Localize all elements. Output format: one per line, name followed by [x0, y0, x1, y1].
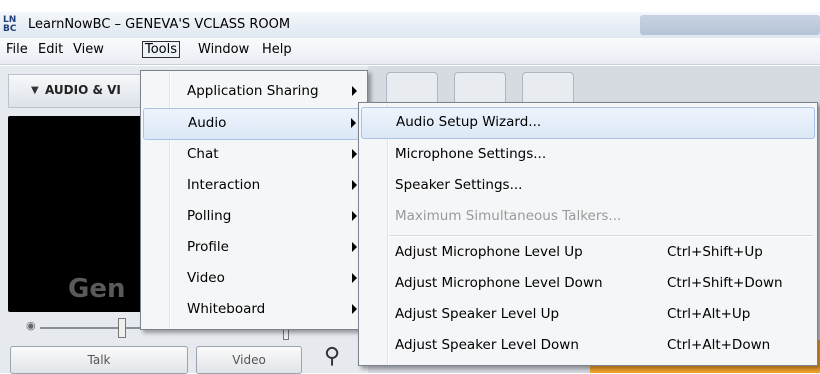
submenu-arrow-icon [352, 86, 357, 96]
menu-edit[interactable]: Edit [36, 42, 65, 57]
talk-button[interactable]: Talk [10, 346, 188, 374]
menu-item-audio[interactable]: Audio [143, 108, 365, 140]
menu-file[interactable]: File [4, 42, 30, 57]
menu-item-label: Profile [187, 239, 229, 255]
menu-item-label: Audio Setup Wizard... [396, 114, 542, 130]
menu-item-profile[interactable]: Profile [143, 233, 365, 263]
volume-slider-thumb[interactable] [118, 318, 126, 338]
collapse-triangle-icon[interactable]: ▼ [31, 85, 39, 96]
menu-item-mic-level-down[interactable]: Adjust Microphone Level Down Ctrl+Shift+D… [361, 269, 815, 299]
app-logo-icon: LN BC [3, 15, 17, 34]
menu-item-polling[interactable]: Polling [143, 202, 365, 232]
menu-item-video[interactable]: Video [143, 264, 365, 294]
menu-item-label: Maximum Simultaneous Talkers... [395, 208, 622, 224]
tools-menu: Application Sharing Audio Chat Interacti… [140, 70, 368, 330]
menu-item-label: Interaction [187, 177, 261, 193]
submenu-arrow-icon [352, 304, 357, 314]
menu-item-label: Adjust Speaker Level Up [395, 306, 560, 322]
menu-window[interactable]: Window [196, 42, 251, 57]
shortcut-label: Ctrl+Alt+Down [667, 337, 771, 353]
menu-item-label: Whiteboard [187, 301, 266, 317]
menu-item-microphone-settings[interactable]: Microphone Settings... [361, 140, 815, 170]
submenu-arrow-icon [351, 118, 356, 128]
menu-bar: File Edit View Tools Window Help [0, 38, 820, 65]
menu-tools[interactable]: Tools [142, 41, 181, 58]
menu-item-label: Application Sharing [187, 83, 319, 99]
shortcut-label: Ctrl+Shift+Down [667, 275, 783, 291]
title-right-area [640, 15, 820, 35]
audio-submenu: Audio Setup Wizard... Microphone Setting… [358, 102, 818, 366]
menu-item-label: Adjust Speaker Level Down [395, 337, 579, 353]
microphone-icon: ◉ [26, 319, 36, 332]
menu-separator [389, 235, 813, 237]
menu-item-label: Chat [187, 146, 219, 162]
submenu-arrow-icon [352, 242, 357, 252]
search-icon[interactable]: ⚲ [312, 344, 352, 372]
menu-item-speaker-level-up[interactable]: Adjust Speaker Level Up Ctrl+Alt+Up [361, 300, 815, 330]
submenu-arrow-icon [352, 211, 357, 221]
menu-help[interactable]: Help [260, 42, 294, 57]
menu-item-whiteboard[interactable]: Whiteboard [143, 295, 365, 325]
window-title: LearnNowBC – GENEVA'S VCLASS ROOM [28, 17, 291, 32]
menu-item-label: Microphone Settings... [395, 146, 547, 162]
menu-item-speaker-settings[interactable]: Speaker Settings... [361, 171, 815, 201]
video-button[interactable]: Video [196, 346, 302, 374]
menu-item-interaction[interactable]: Interaction [143, 171, 365, 201]
menu-item-max-simultaneous-talkers: Maximum Simultaneous Talkers... [361, 202, 815, 232]
menu-item-chat[interactable]: Chat [143, 140, 365, 170]
menu-item-label: Video [187, 270, 225, 286]
shortcut-label: Ctrl+Alt+Up [667, 306, 751, 322]
shortcut-label: Ctrl+Shift+Up [667, 244, 763, 260]
menu-item-application-sharing[interactable]: Application Sharing [143, 77, 365, 107]
submenu-arrow-icon [352, 180, 357, 190]
menu-view[interactable]: View [71, 42, 106, 57]
menu-item-label: Speaker Settings... [395, 177, 523, 193]
top-strip [0, 0, 820, 12]
submenu-arrow-icon [352, 149, 357, 159]
menu-item-label: Audio [188, 115, 227, 131]
title-bar: LN BC LearnNowBC – GENEVA'S VCLASS ROOM [0, 12, 820, 38]
panel-header-label: AUDIO & VI [45, 83, 121, 97]
menu-item-label: Adjust Microphone Level Down [395, 275, 603, 291]
menu-item-speaker-level-down[interactable]: Adjust Speaker Level Down Ctrl+Alt+Down [361, 331, 815, 361]
menu-item-label: Adjust Microphone Level Up [395, 244, 583, 260]
menu-item-mic-level-up[interactable]: Adjust Microphone Level Up Ctrl+Shift+Up [361, 238, 815, 268]
menu-item-audio-setup-wizard[interactable]: Audio Setup Wizard... [361, 107, 815, 139]
menu-item-label: Polling [187, 208, 232, 224]
submenu-arrow-icon [352, 273, 357, 283]
video-name-label: Gen [68, 274, 126, 304]
